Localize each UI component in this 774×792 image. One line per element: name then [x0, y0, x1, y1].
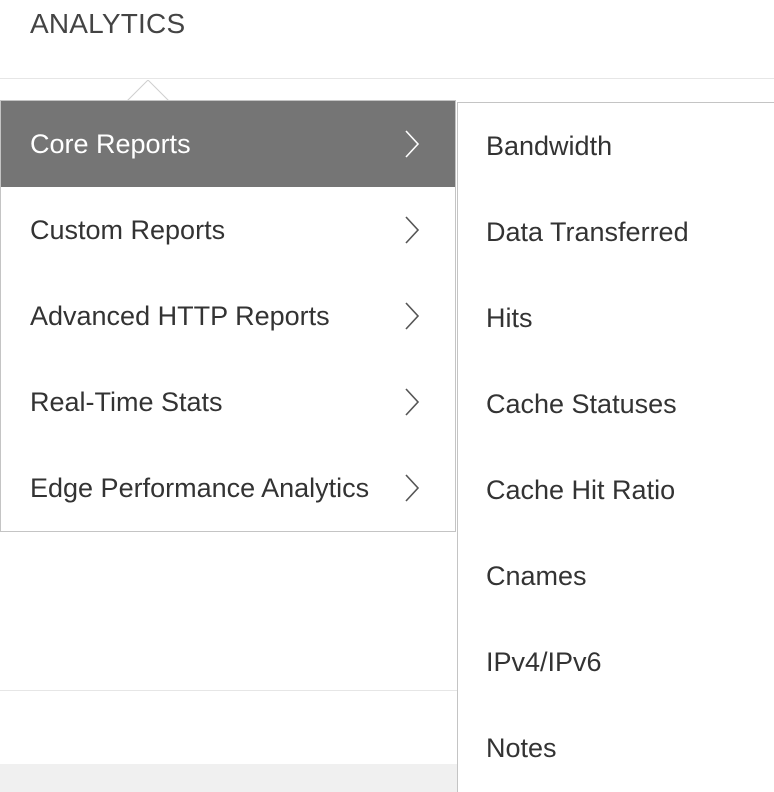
submenu-item-cnames[interactable]: Cnames: [458, 533, 774, 619]
dropdown-caret-icon: [127, 80, 169, 102]
menu-item-real-time-stats[interactable]: Real-Time Stats: [1, 359, 455, 445]
chevron-right-icon: [405, 130, 420, 158]
background-band: [0, 764, 460, 792]
core-reports-submenu: Bandwidth Data Transferred Hits Cache St…: [457, 102, 774, 792]
header-divider: [0, 78, 774, 79]
submenu-item-bandwidth[interactable]: Bandwidth: [458, 103, 774, 189]
menu-item-advanced-http-reports[interactable]: Advanced HTTP Reports: [1, 273, 455, 359]
submenu-item-cache-statuses[interactable]: Cache Statuses: [458, 361, 774, 447]
chevron-right-icon: [405, 302, 420, 330]
analytics-dropdown-menu: Core Reports Custom Reports Advanced HTT…: [0, 100, 456, 532]
menu-item-label: Custom Reports: [30, 214, 226, 245]
submenu-item-notes[interactable]: Notes: [458, 705, 774, 791]
section-divider: [0, 690, 460, 691]
menu-item-label: Edge Performance Analytics: [30, 472, 370, 503]
chevron-right-icon: [405, 216, 420, 244]
analytics-nav-link[interactable]: ANALYTICS: [30, 8, 185, 40]
menu-item-label: Advanced HTTP Reports: [30, 300, 330, 331]
menu-item-custom-reports[interactable]: Custom Reports: [1, 187, 455, 273]
submenu-item-data-transferred[interactable]: Data Transferred: [458, 189, 774, 275]
submenu-item-cache-hit-ratio[interactable]: Cache Hit Ratio: [458, 447, 774, 533]
chevron-right-icon: [405, 474, 420, 502]
submenu-item-hits[interactable]: Hits: [458, 275, 774, 361]
submenu-item-ipv4-ipv6[interactable]: IPv4/IPv6: [458, 619, 774, 705]
menu-item-edge-performance-analytics[interactable]: Edge Performance Analytics: [1, 445, 455, 531]
menu-item-label: Core Reports: [30, 128, 191, 159]
menu-item-label: Real-Time Stats: [30, 386, 223, 417]
chevron-right-icon: [405, 388, 420, 416]
menu-item-core-reports[interactable]: Core Reports: [1, 101, 455, 187]
